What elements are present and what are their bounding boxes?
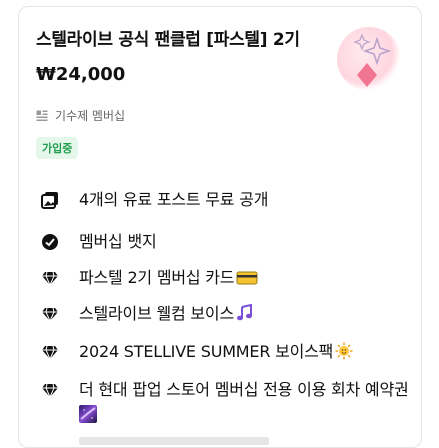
cut-off-row <box>79 437 269 445</box>
check-circle-icon <box>42 234 58 250</box>
benefit-item: 2024 STELLIVE SUMMER 보이스팩 <box>41 341 411 363</box>
sparkle-logo-icon <box>337 27 401 91</box>
product-title: 스텔라이브 공식 팬클럽 [파스텔] 2기 <box>36 30 300 50</box>
diamond-icon <box>42 271 58 287</box>
music-note-emoji <box>236 304 252 321</box>
membership-card[interactable]: 스텔라이브 공식 팬클럽 [파스텔] 2기 ₩24,000 기수제 멤버십 가입… <box>18 6 422 448</box>
membership-type-label: 기수제 멤버십 <box>55 109 126 123</box>
benefit-text: 2024 STELLIVE SUMMER 보이스팩 <box>79 341 353 363</box>
membership-type: 기수제 멤버십 <box>36 107 125 124</box>
benefit-item: 더 현대 팝업 스토어 멤버십 전용 이용 회차 예약권 <box>41 379 411 423</box>
status-badge: 가입중 <box>36 137 79 159</box>
benefit-text: 파스텔 2기 멤버십 카드 <box>79 267 258 289</box>
benefit-item: 멤버십 뱃지 <box>41 231 411 253</box>
benefit-text: 더 현대 팝업 스토어 멤버십 전용 이용 회차 예약권 <box>79 379 409 423</box>
sun-emoji <box>335 342 353 360</box>
benefit-text: 멤버십 뱃지 <box>79 232 157 251</box>
card-emoji <box>236 271 258 285</box>
image-stack-icon <box>41 192 58 209</box>
diamond-icon <box>42 383 58 399</box>
diamond-icon <box>42 345 58 361</box>
benefit-item: 파스텔 2기 멤버십 카드 <box>41 267 411 289</box>
membership-type-icon <box>36 110 48 121</box>
benefit-item: 4개의 유료 포스트 무료 공개 <box>41 189 411 211</box>
benefit-item: 스텔라이브 웰컴 보이스 <box>41 303 411 325</box>
galaxy-emoji <box>79 405 97 423</box>
benefit-text: 스텔라이브 웰컴 보이스 <box>79 303 254 325</box>
product-price: ₩24,000 <box>36 64 126 85</box>
benefit-text: 4개의 유료 포스트 무료 공개 <box>79 190 269 209</box>
diamond-icon <box>42 307 58 323</box>
